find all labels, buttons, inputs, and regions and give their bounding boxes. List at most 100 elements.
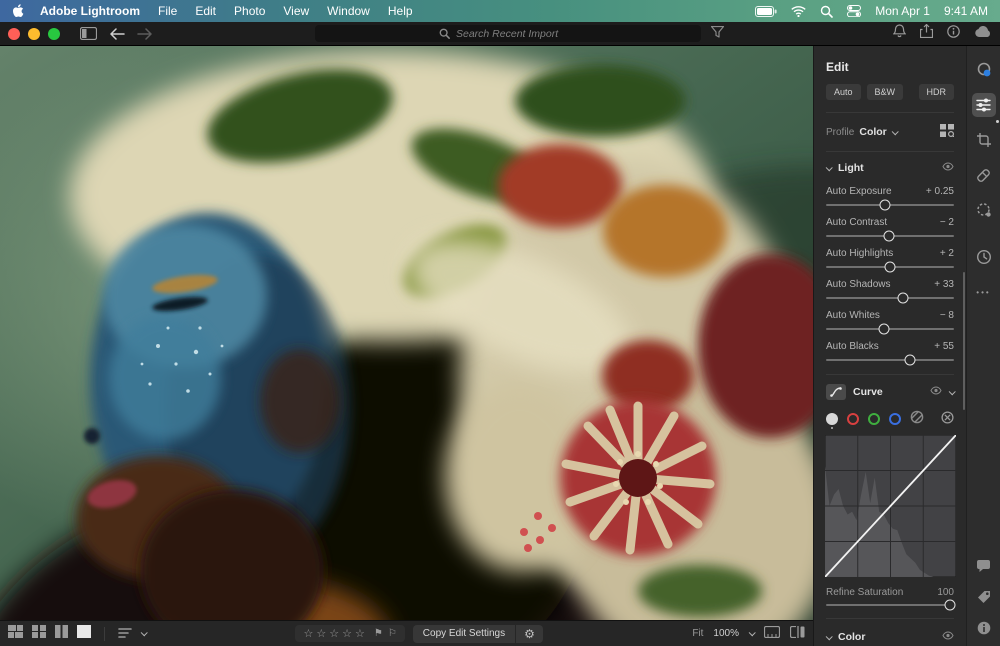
- search-field[interactable]: [315, 25, 701, 42]
- curve-channel-green-icon[interactable]: [868, 413, 880, 425]
- refine-saturation-track[interactable]: [826, 604, 954, 606]
- search-input[interactable]: [456, 28, 576, 40]
- menu-view[interactable]: View: [283, 4, 309, 18]
- hdr-button[interactable]: HDR: [919, 84, 955, 100]
- contrast-slider-knob[interactable]: [883, 231, 894, 242]
- curve-point-mode-icon[interactable]: [910, 410, 924, 427]
- menu-window[interactable]: Window: [327, 4, 370, 18]
- exposure-slider-track[interactable]: [826, 204, 954, 206]
- flag-pick-icon[interactable]: ⚑: [374, 628, 383, 639]
- blacks-slider-knob[interactable]: [905, 355, 916, 366]
- photo[interactable]: [0, 46, 813, 620]
- copy-edit-settings-button[interactable]: Copy Edit Settings: [413, 628, 515, 639]
- detail-view-icon[interactable]: [77, 625, 91, 643]
- curve-collapse-chevron-icon[interactable]: [949, 388, 956, 395]
- settings-gear-icon[interactable]: ⚙: [516, 627, 543, 641]
- menu-file[interactable]: File: [158, 4, 177, 18]
- edit-tool-icon[interactable]: [972, 93, 996, 117]
- square-grid-view-icon[interactable]: [32, 625, 46, 643]
- zoom-level[interactable]: 100%: [713, 628, 739, 639]
- fit-label[interactable]: Fit: [692, 628, 703, 639]
- profile-label: Profile: [826, 127, 854, 138]
- filter-icon[interactable]: [711, 25, 724, 43]
- shadows-slider-track[interactable]: [826, 297, 954, 299]
- app-name[interactable]: Adobe Lightroom: [40, 4, 140, 18]
- menu-help[interactable]: Help: [388, 4, 413, 18]
- menu-photo[interactable]: Photo: [234, 4, 265, 18]
- lightroom-app: Adobe Lightroom File Edit Photo View Win…: [0, 0, 1000, 646]
- tool-rail: •••: [966, 46, 1000, 646]
- search-icon: [439, 28, 450, 39]
- close-window-button[interactable]: [8, 28, 20, 40]
- battery-icon[interactable]: [755, 6, 777, 17]
- auto-button[interactable]: Auto: [826, 84, 861, 100]
- versions-history-icon[interactable]: [972, 245, 996, 269]
- refine-saturation-value: 100: [937, 587, 954, 598]
- back-arrow-icon[interactable]: [109, 28, 125, 40]
- refine-saturation-knob[interactable]: [945, 600, 956, 611]
- more-tools-icon[interactable]: •••: [972, 280, 996, 304]
- shadows-slider-knob[interactable]: [897, 293, 908, 304]
- apple-menu-icon[interactable]: [12, 4, 24, 18]
- curve-channel-all-icon[interactable]: [826, 413, 838, 425]
- curve-visibility-eye-icon[interactable]: [930, 386, 942, 398]
- refine-saturation-label: Refine Saturation: [826, 587, 903, 598]
- control-center-icon[interactable]: [847, 5, 861, 17]
- star-rating[interactable]: ☆☆☆☆☆: [303, 627, 367, 640]
- panel-scrollbar[interactable]: [963, 272, 965, 410]
- forward-arrow-icon[interactable]: [137, 28, 153, 40]
- slider-auto-highlights: Auto Highlights+ 2: [826, 240, 954, 268]
- highlights-slider-track[interactable]: [826, 266, 954, 268]
- curve-channel-red-icon[interactable]: [847, 413, 859, 425]
- minimize-window-button[interactable]: [28, 28, 40, 40]
- wifi-icon[interactable]: [791, 6, 806, 17]
- crop-rotate-icon[interactable]: [972, 128, 996, 152]
- bw-button[interactable]: B&W: [867, 84, 904, 100]
- spotlight-search-icon[interactable]: [820, 5, 833, 18]
- keywords-tag-icon[interactable]: [977, 590, 991, 609]
- info-circle-icon[interactable]: [947, 25, 960, 43]
- menu-bar-date[interactable]: Mon Apr 1: [875, 4, 930, 18]
- curve-channel-blue-icon[interactable]: [889, 413, 901, 425]
- zoom-window-button[interactable]: [48, 28, 60, 40]
- slider-auto-contrast: Auto Contrast− 2: [826, 209, 954, 237]
- photo-grid-view-icon[interactable]: [8, 625, 23, 643]
- menu-edit[interactable]: Edit: [195, 4, 216, 18]
- highlights-slider-knob[interactable]: [885, 262, 896, 273]
- photo-info-icon[interactable]: [977, 621, 991, 640]
- light-visibility-eye-icon[interactable]: [942, 162, 954, 174]
- color-collapse-chevron-icon[interactable]: [826, 633, 833, 640]
- menu-bar-time[interactable]: 9:41 AM: [944, 4, 988, 18]
- presets-icon[interactable]: [972, 58, 996, 82]
- compare-view-icon[interactable]: [55, 625, 68, 643]
- sort-icon[interactable]: [118, 625, 132, 643]
- flag-reject-icon[interactable]: ⚐: [388, 628, 397, 639]
- zoom-chevron-down-icon[interactable]: [749, 629, 756, 636]
- curve-tool-icon[interactable]: [826, 384, 846, 400]
- divider: [104, 627, 105, 641]
- notifications-bell-icon[interactable]: [893, 24, 906, 43]
- exposure-slider-knob[interactable]: [879, 200, 890, 211]
- filmstrip-toggle-icon[interactable]: [764, 625, 780, 643]
- cloud-sync-icon[interactable]: [974, 25, 992, 43]
- profile-browser-icon[interactable]: [940, 124, 954, 140]
- edit-panel: Edit Auto B&W HDR Profile Color: [813, 46, 966, 646]
- before-after-view-icon[interactable]: [790, 625, 805, 643]
- sidebar-toggle-icon[interactable]: [80, 27, 97, 40]
- whites-slider-knob[interactable]: [878, 324, 889, 335]
- targeted-adjustment-icon[interactable]: [941, 411, 954, 427]
- healing-brush-icon[interactable]: [972, 163, 996, 187]
- color-visibility-eye-icon[interactable]: [942, 631, 954, 643]
- share-icon[interactable]: [920, 24, 933, 43]
- contrast-slider-track[interactable]: [826, 235, 954, 237]
- profile-chevron-down-icon[interactable]: [891, 128, 898, 135]
- light-collapse-chevron-icon[interactable]: [826, 164, 833, 171]
- edit-panel-title: Edit: [826, 46, 954, 84]
- whites-slider-track[interactable]: [826, 328, 954, 330]
- masking-icon[interactable]: [972, 198, 996, 222]
- blacks-slider-track[interactable]: [826, 359, 954, 361]
- edited-indicator-dot: [996, 120, 999, 123]
- tone-curve-chart[interactable]: [825, 435, 955, 580]
- comments-icon[interactable]: [976, 560, 991, 578]
- profile-value[interactable]: Color: [859, 126, 886, 138]
